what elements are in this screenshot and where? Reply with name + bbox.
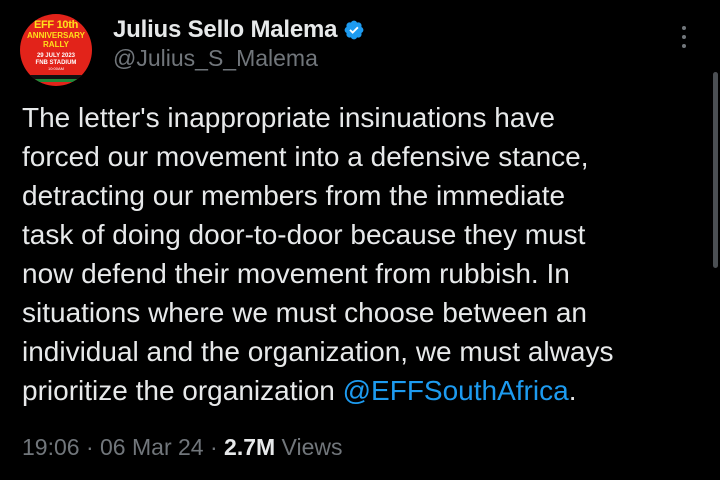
tweet-text-main: The letter's inappropriate insinuations … bbox=[22, 102, 614, 406]
author-name-row: Julius Sello Malema bbox=[113, 14, 365, 46]
more-dot bbox=[682, 35, 686, 39]
verified-badge-icon bbox=[344, 20, 364, 40]
tweet-date[interactable]: 06 Mar 24 bbox=[100, 434, 204, 460]
tweet: EFF 10th ANNIVERSARY RALLY 29 JULY 2023 … bbox=[0, 0, 720, 480]
avatar-line: EFF 10th bbox=[33, 19, 79, 31]
avatar-line: 29 JULY 2023 bbox=[36, 53, 76, 59]
meta-separator: · bbox=[79, 434, 101, 460]
tweet-time[interactable]: 19:06 bbox=[22, 434, 80, 460]
scrollbar[interactable] bbox=[713, 72, 718, 268]
author-handle[interactable]: @Julius_S_Malema bbox=[113, 45, 318, 72]
avatar[interactable]: EFF 10th ANNIVERSARY RALLY 29 JULY 2023 … bbox=[20, 14, 92, 86]
views-label: Views bbox=[275, 434, 343, 460]
views-count[interactable]: 2.7M bbox=[224, 434, 275, 460]
more-vertical-icon[interactable] bbox=[676, 26, 692, 54]
tweet-meta: 19:06 · 06 Mar 24 · 2.7M Views bbox=[22, 434, 343, 461]
avatar-line: RALLY bbox=[43, 40, 69, 49]
meta-separator: · bbox=[203, 434, 225, 460]
avatar-line: ANNIVERSARY bbox=[27, 31, 85, 40]
tweet-text-end: . bbox=[568, 375, 577, 406]
avatar-line: 10:00AM bbox=[47, 66, 64, 71]
more-dot bbox=[682, 26, 686, 30]
tweet-text: The letter's inappropriate insinuations … bbox=[22, 98, 712, 410]
avatar-stripe bbox=[34, 79, 78, 82]
more-dot bbox=[682, 44, 686, 48]
mention-link[interactable]: @EFFSouthAfrica bbox=[343, 375, 569, 406]
author-display-name[interactable]: Julius Sello Malema bbox=[113, 16, 337, 44]
